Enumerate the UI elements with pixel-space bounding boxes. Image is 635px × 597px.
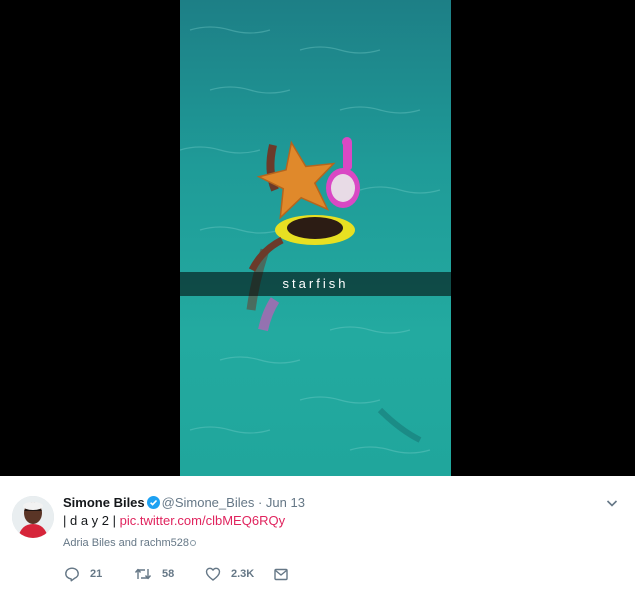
tweet-text-body: | d a y 2 |	[63, 513, 117, 528]
tweet-card: Simone Biles @Simone_Biles · Jun 13 | d a…	[0, 476, 635, 597]
retweet-count: 58	[162, 568, 175, 580]
avatar[interactable]	[12, 496, 54, 538]
like-button[interactable]: 2.3K	[205, 565, 254, 583]
media-container: starfish	[0, 0, 635, 476]
heart-icon	[205, 567, 221, 581]
liked-by-text: Adria Biles and rachm528	[63, 537, 189, 549]
photo-caption: starfish	[180, 272, 451, 296]
display-name[interactable]: Simone Biles	[63, 495, 145, 510]
avatar-image	[12, 496, 54, 538]
direct-message-button[interactable]	[273, 565, 289, 583]
separator-dot: ·	[257, 495, 263, 510]
tweet-text: | d a y 2 | pic.twitter.com/clbMEQ6RQy	[63, 512, 285, 530]
like-count: 2.3K	[231, 568, 255, 580]
chevron-down-icon[interactable]	[605, 496, 619, 510]
reply-count: 21	[90, 568, 103, 580]
reply-icon	[65, 567, 79, 582]
user-handle[interactable]: @Simone_Biles	[162, 495, 255, 510]
tweet-media-link[interactable]: pic.twitter.com/clbMEQ6RQy	[120, 513, 285, 528]
reply-button[interactable]: 21	[64, 565, 102, 583]
info-dot-icon	[189, 540, 196, 546]
retweet-button[interactable]: 58	[134, 565, 174, 583]
tweet-header: Simone Biles @Simone_Biles · Jun 13	[63, 494, 305, 512]
snorkeling-photo	[180, 0, 451, 476]
tweet-date[interactable]: Jun 13	[266, 495, 305, 510]
liked-by[interactable]: Adria Biles and rachm528	[63, 536, 196, 550]
tweet-photo[interactable]: starfish	[180, 0, 451, 476]
retweet-icon	[134, 568, 152, 580]
envelope-icon	[274, 568, 288, 581]
